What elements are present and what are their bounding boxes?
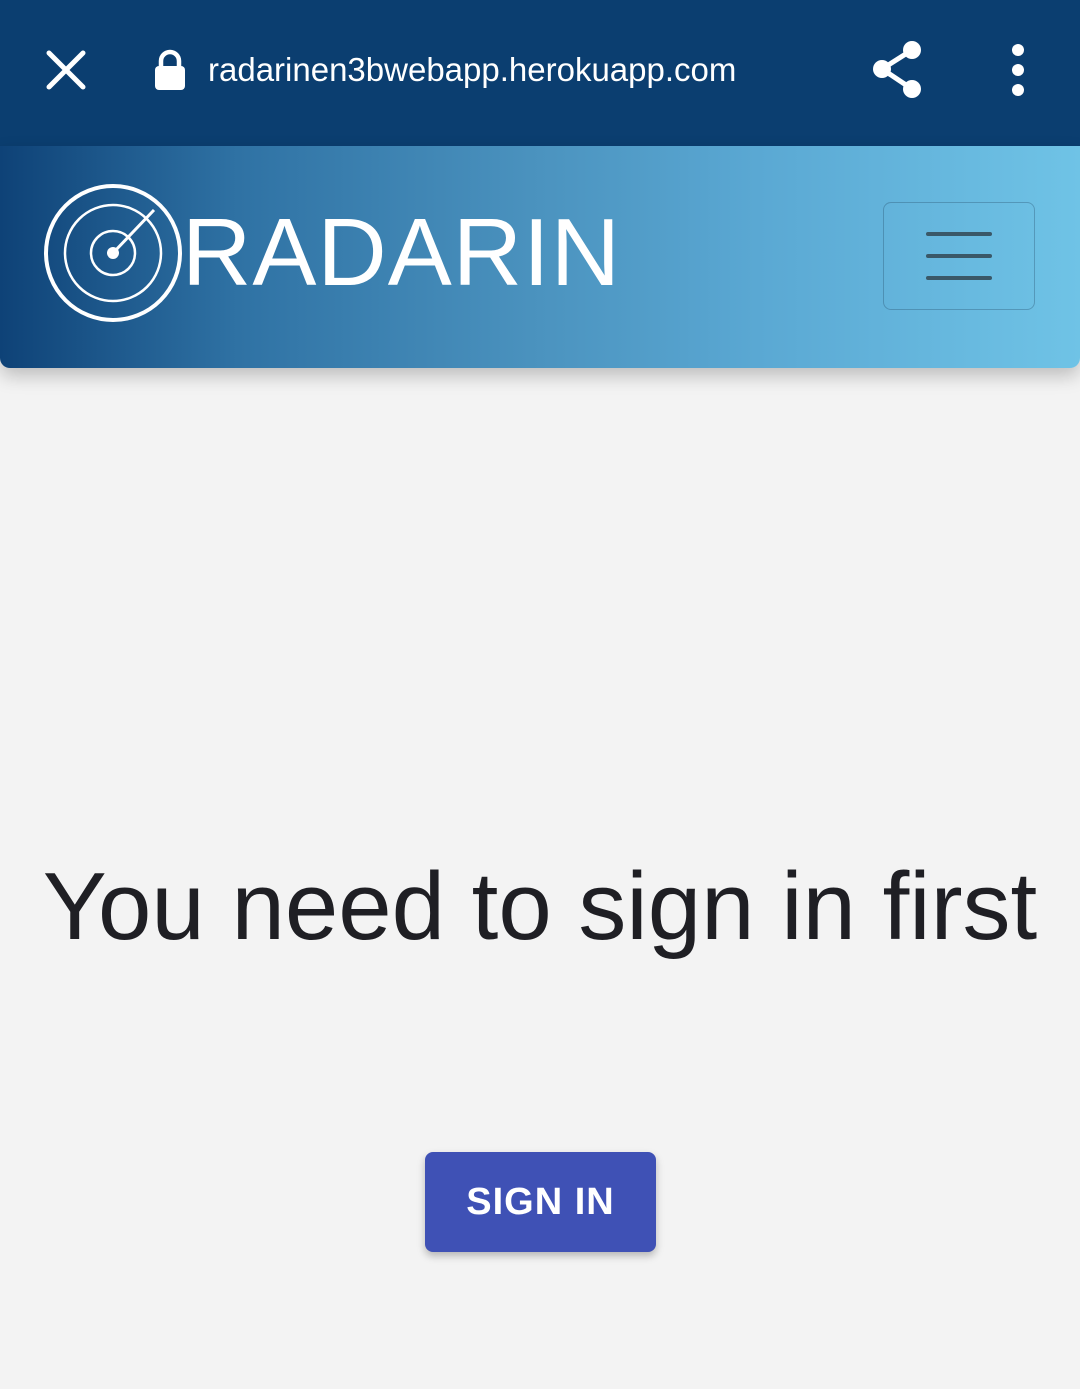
sign-in-required-message: You need to sign in first xyxy=(42,853,1038,960)
browser-toolbar: radarinen3bwebapp.herokuapp.com xyxy=(0,0,1080,146)
radar-icon xyxy=(44,184,182,322)
sign-in-button[interactable]: SIGN IN xyxy=(425,1152,656,1252)
brand-logo[interactable]: RADARIN xyxy=(42,180,621,326)
lock-icon xyxy=(155,49,185,90)
close-button[interactable] xyxy=(40,44,92,96)
address-bar-url[interactable]: radarinen3bwebapp.herokuapp.com xyxy=(208,48,736,92)
hamburger-line xyxy=(926,276,992,280)
hamburger-line xyxy=(926,254,992,258)
navbar-toggle-button[interactable] xyxy=(883,202,1035,310)
close-icon xyxy=(46,50,86,90)
share-icon[interactable] xyxy=(866,38,930,102)
more-vertical-icon[interactable] xyxy=(996,42,1040,98)
app-navbar: RADARIN xyxy=(0,146,1080,368)
hamburger-menu-icon xyxy=(926,232,992,236)
brand-name: RADARIN xyxy=(182,199,622,306)
